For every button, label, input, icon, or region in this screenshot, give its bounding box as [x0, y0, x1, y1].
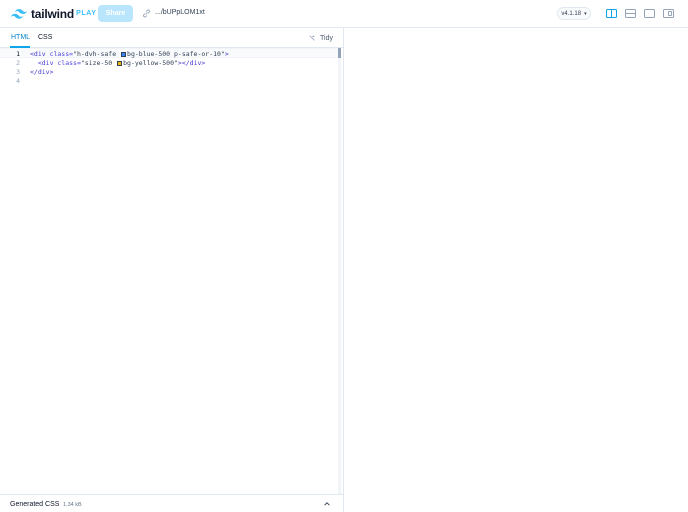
sparkle-icon — [309, 34, 315, 41]
code-tag: > — [224, 50, 229, 58]
version-label: v4.1.18 — [561, 10, 582, 17]
code-string: "h-dvh-safe — [73, 50, 121, 58]
preview-pane[interactable] — [345, 28, 688, 512]
code-line-3[interactable]: </div> — [30, 68, 53, 76]
tailwind-logo-icon — [11, 8, 27, 19]
code-string: "size-50 — [80, 59, 117, 67]
split-vertical-icon[interactable] — [606, 9, 617, 18]
line-number: 3 — [16, 68, 20, 76]
link-icon[interactable] — [142, 9, 151, 18]
share-button[interactable]: Share — [98, 5, 133, 22]
line-number: 4 — [16, 77, 20, 85]
editor-only-icon[interactable] — [644, 9, 655, 18]
code-attr: class= — [45, 50, 74, 58]
color-swatch-icon — [117, 60, 123, 66]
chevron-up-icon[interactable] — [323, 500, 331, 508]
tab-html[interactable]: HTML — [11, 34, 30, 41]
logo-text: tailwind — [31, 6, 75, 21]
line-number: 2 — [16, 59, 20, 67]
version-select[interactable]: v4.1.18 ▾ — [557, 7, 591, 20]
editor-scrollbar[interactable] — [338, 48, 341, 494]
code-tag: <div — [30, 50, 46, 58]
color-swatch-icon — [121, 51, 127, 57]
code-attr: class= — [53, 59, 81, 67]
code-editor[interactable]: 1 2 3 4 <div class="h-dvh-safe bg-blue-5… — [0, 48, 343, 494]
generated-css-title: Generated CSS — [10, 501, 60, 508]
line-number: 1 — [16, 50, 20, 58]
share-url[interactable]: .../bUPpLOM1xt — [155, 9, 205, 16]
split-horizontal-icon[interactable] — [625, 9, 636, 18]
editor-pane: HTML CSS Tidy 1 2 3 4 <div class="h-dvh-… — [0, 28, 344, 512]
generated-css-bar[interactable]: Generated CSS 1.34 kB — [0, 494, 343, 512]
code-line-1[interactable]: <div class="h-dvh-safe bg-blue-500 p-saf… — [30, 50, 229, 58]
scrollbar-thumb[interactable] — [338, 48, 341, 58]
tab-css[interactable]: CSS — [38, 34, 52, 41]
logo-badge: PLAY — [76, 10, 97, 17]
code-tag: </div> — [30, 68, 54, 76]
chevron-down-icon: ▾ — [584, 10, 587, 17]
code-string: bg-yellow-500" — [123, 59, 178, 67]
editor-tabs: HTML CSS Tidy — [0, 28, 343, 48]
code-tag: <div — [37, 59, 54, 67]
preview-only-icon[interactable] — [663, 9, 674, 18]
top-bar: tailwind PLAY Share .../bUPpLOM1xt v4.1.… — [0, 0, 688, 28]
code-tag: ></div> — [177, 59, 206, 67]
tidy-button[interactable]: Tidy — [308, 34, 333, 42]
code-string: bg-blue-500 p-safe-or-10" — [127, 50, 225, 58]
generated-css-size: 1.34 kB — [63, 502, 82, 508]
code-line-2[interactable]: <div class="size-50 bg-yellow-500"></div… — [30, 59, 206, 67]
tailwind-play-logo[interactable]: tailwind PLAY — [11, 6, 97, 21]
tidy-label: Tidy — [320, 34, 333, 42]
